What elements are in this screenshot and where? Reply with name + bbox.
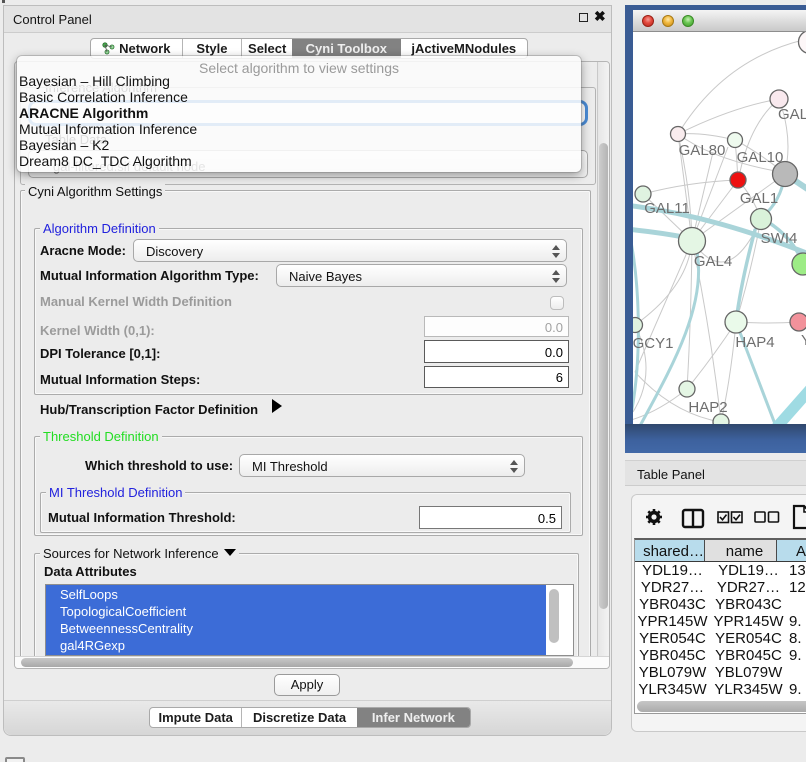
svg-text:GAL: GAL — [778, 106, 806, 123]
svg-text:HAP4: HAP4 — [735, 334, 774, 351]
svg-text:HAP2: HAP2 — [688, 399, 727, 416]
svg-text:GAL4: GAL4 — [694, 253, 732, 270]
svg-text:Y: Y — [801, 332, 806, 349]
svg-text:GAL11: GAL11 — [644, 200, 690, 217]
svg-text:GCY1: GCY1 — [633, 335, 673, 352]
svg-text:GAL80: GAL80 — [679, 142, 726, 159]
svg-text:GAL10: GAL10 — [737, 149, 784, 166]
svg-text:GAL1: GAL1 — [740, 190, 778, 207]
svg-text:SWI4: SWI4 — [761, 230, 798, 247]
